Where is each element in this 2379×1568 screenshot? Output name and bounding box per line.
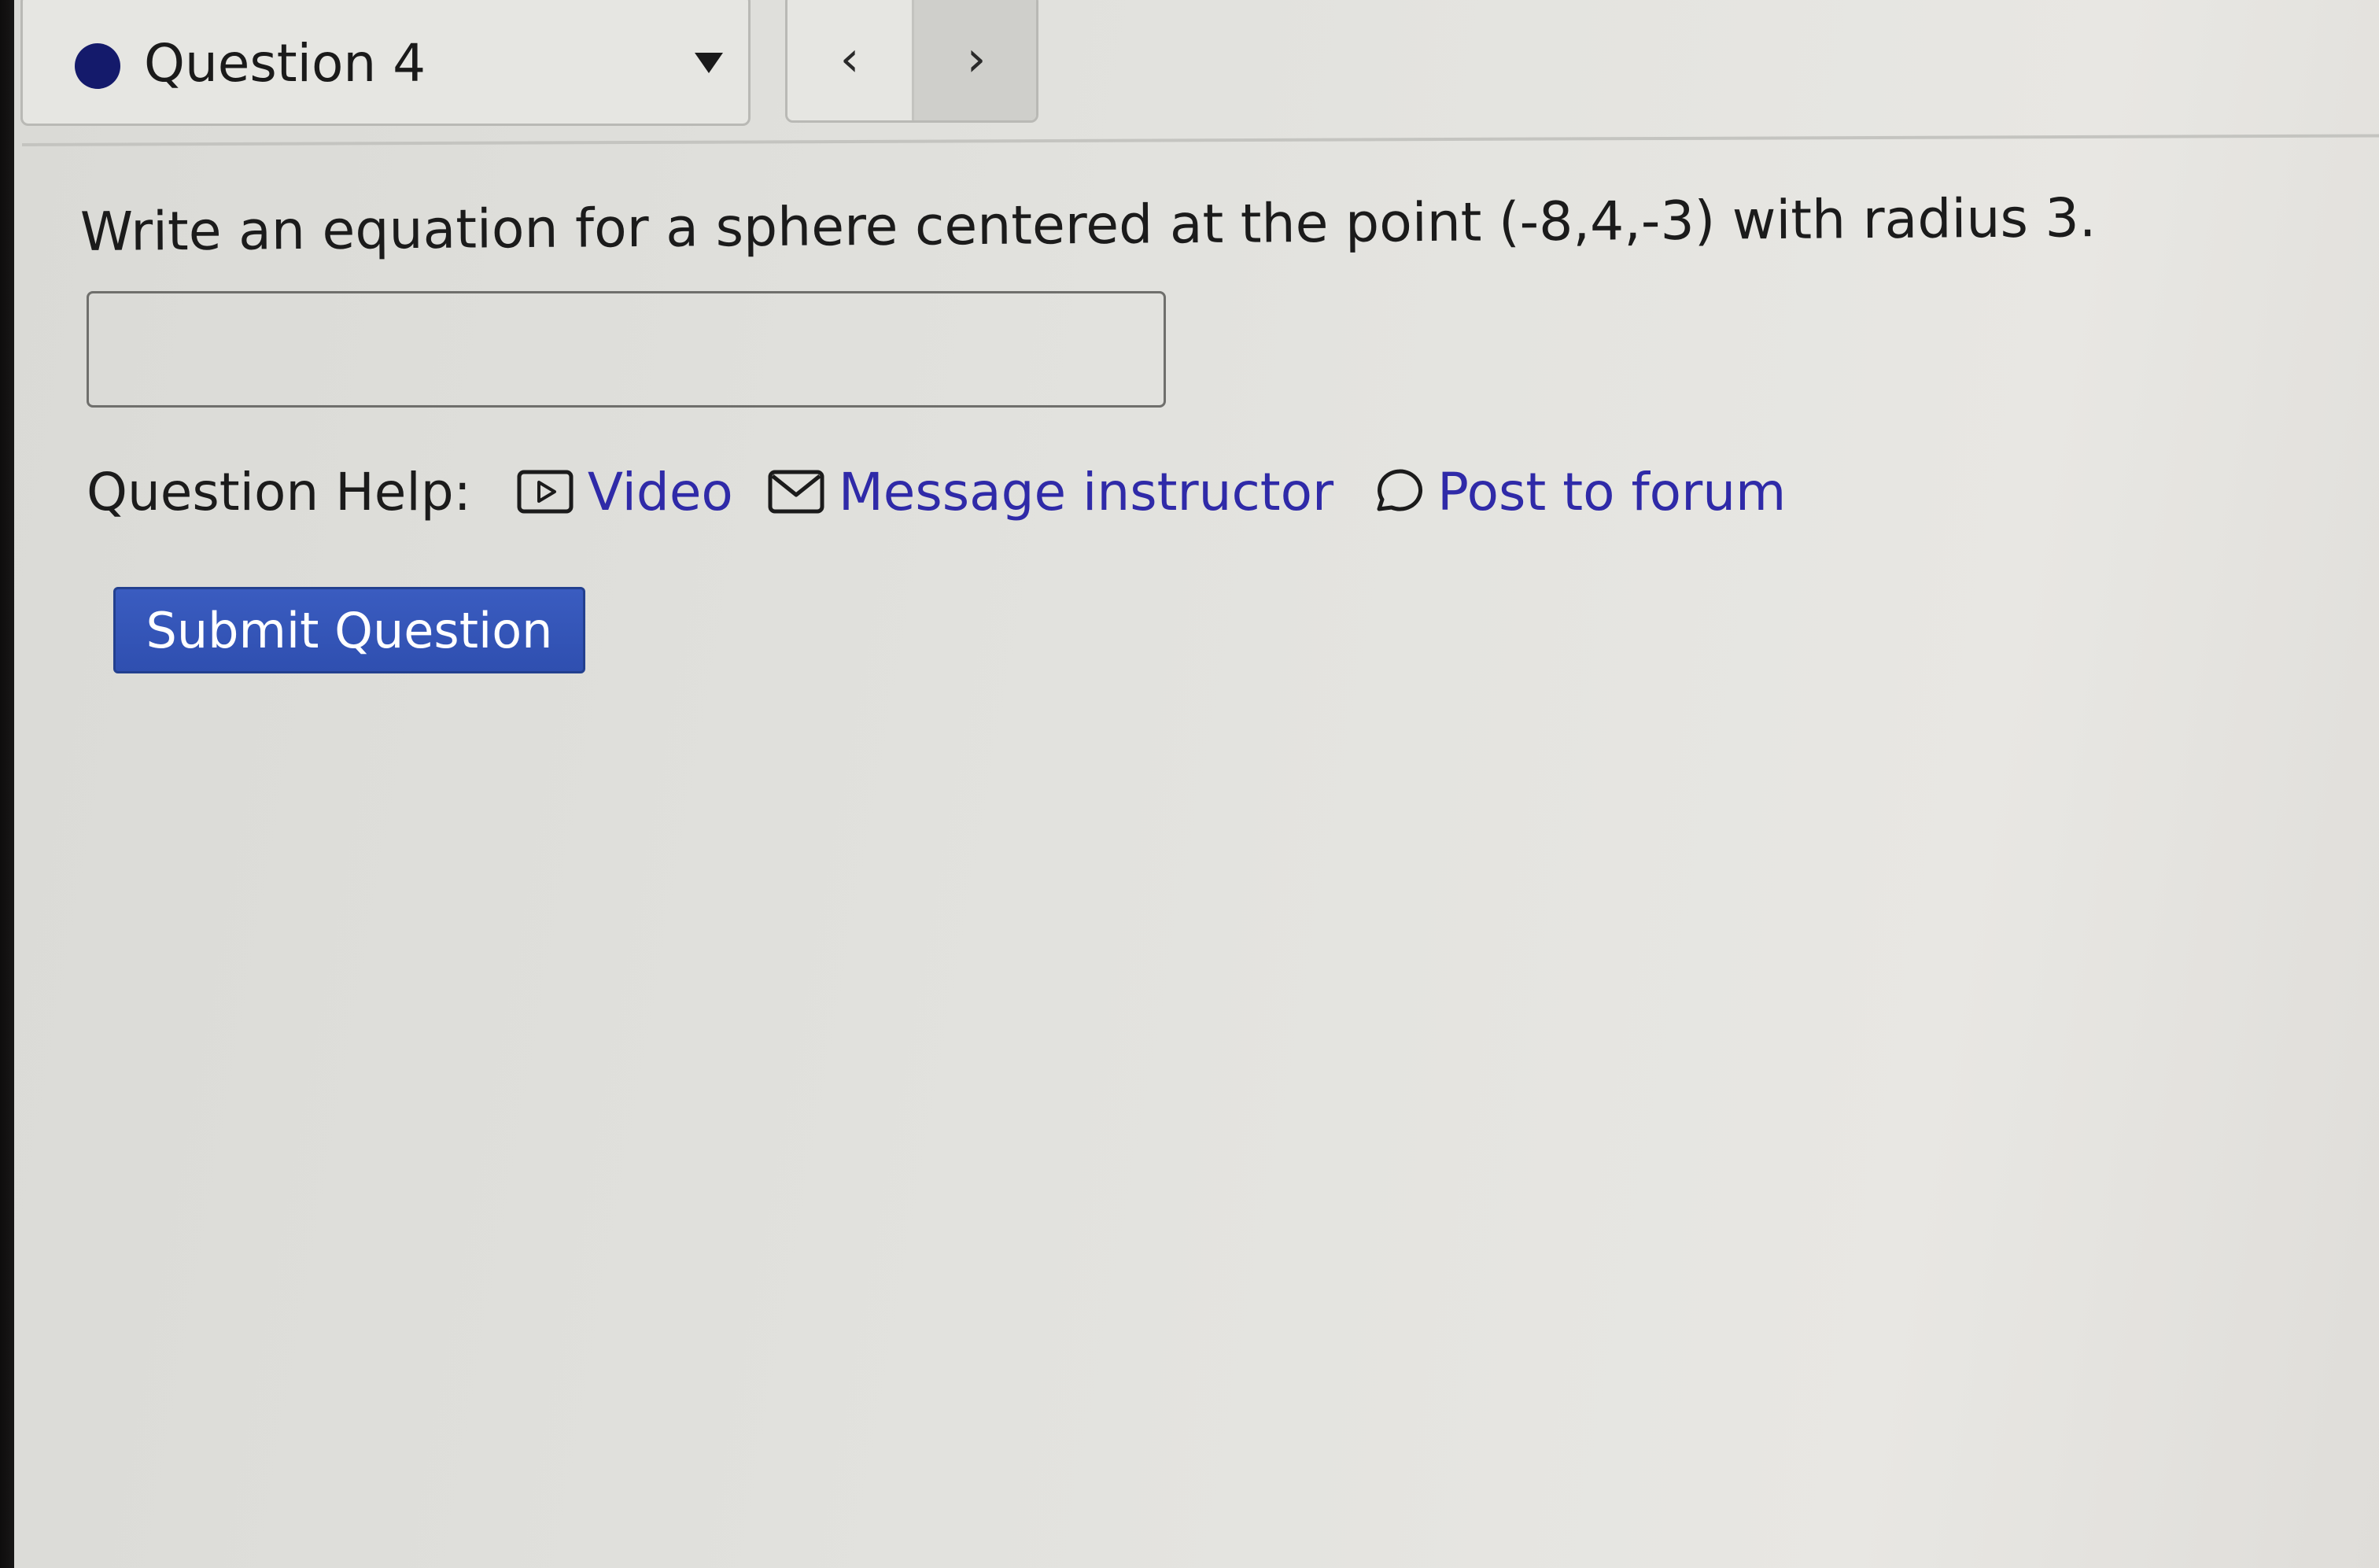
video-link-label: Video <box>587 461 733 522</box>
question-status-dot <box>75 43 120 89</box>
post-to-forum-label: Post to forum <box>1437 461 1787 522</box>
message-instructor-link[interactable]: Message instructor <box>768 462 1333 522</box>
question-help: Question Help: Video Message instructor … <box>87 456 1820 527</box>
question-selector[interactable]: Question 4 <box>20 0 751 126</box>
page: Question 4 ‹ › Write an equation for a s… <box>14 0 2379 1568</box>
question-nav: ‹ › <box>785 0 1038 123</box>
message-instructor-label: Message instructor <box>838 461 1334 522</box>
chevron-right-icon: › <box>966 29 987 87</box>
question-help-label: Question Help: <box>87 461 471 522</box>
answer-input[interactable] <box>87 291 1166 408</box>
question-prompt: Write an equation for a sphere centered … <box>79 187 2097 264</box>
next-question-button[interactable]: › <box>914 0 1036 120</box>
previous-question-button[interactable]: ‹ <box>787 0 914 120</box>
post-to-forum-link[interactable]: Post to forum <box>1368 462 1786 522</box>
question-selector-label: Question 4 <box>144 33 426 94</box>
video-link[interactable]: Video <box>517 462 733 522</box>
video-play-icon <box>517 470 574 514</box>
speech-bubble-icon <box>1377 469 1423 511</box>
submit-question-button[interactable]: Submit Question <box>113 587 585 673</box>
header-divider <box>21 134 2379 146</box>
chevron-left-icon: ‹ <box>839 29 860 87</box>
chevron-down-icon <box>695 53 723 73</box>
envelope-icon <box>768 470 824 514</box>
